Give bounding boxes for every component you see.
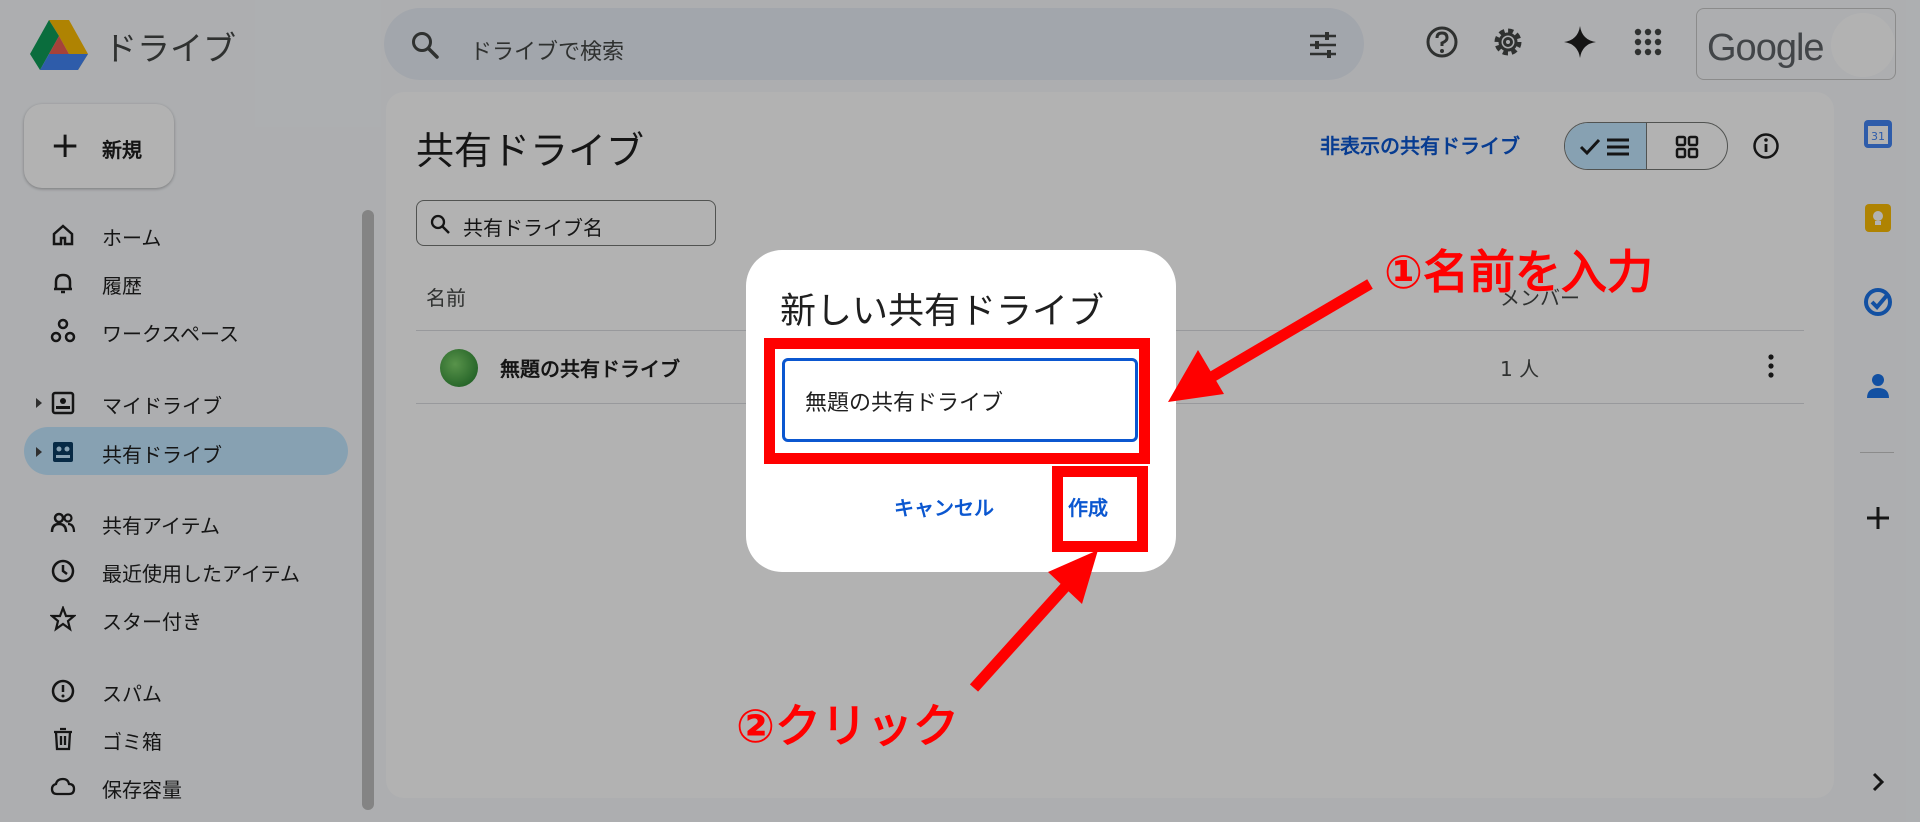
annotation-step1-label: ①名前を入力 xyxy=(1384,245,1653,299)
annotation-highlight-name-field xyxy=(764,338,1150,464)
annotation-step2-label: ②クリック xyxy=(736,699,959,753)
dialog-title: 新しい共有ドライブ xyxy=(780,291,1105,332)
annotation-highlight-create-button xyxy=(1052,466,1148,552)
cancel-button[interactable]: キャンセル xyxy=(894,492,994,521)
